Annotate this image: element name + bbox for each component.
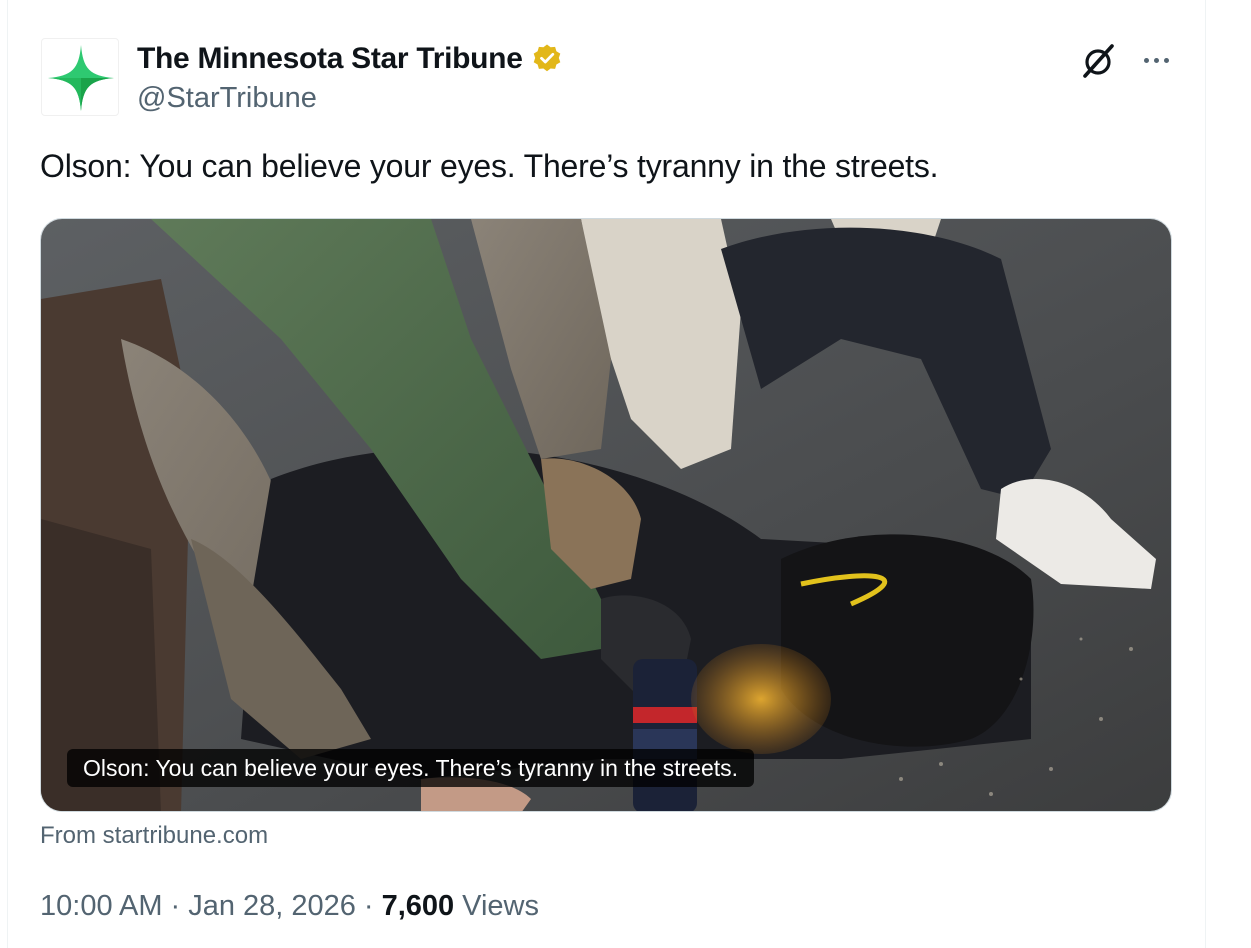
more-dot [1163,57,1169,63]
more-options-icon[interactable] [1136,40,1176,80]
link-card-media[interactable]: Olson: You can believe your eyes. There’… [40,218,1172,812]
author-name-row[interactable]: The Minnesota Star Tribune [137,40,563,78]
meta-separator: · [170,890,181,922]
meta-separator: · [363,890,374,922]
tweet-time[interactable]: 10:00 AM [40,890,163,923]
article-photo [41,219,1171,811]
card-source-link[interactable]: From startribune.com [40,822,268,850]
tweet-text: Olson: You can believe your eyes. There’… [40,148,939,184]
more-dot [1153,57,1159,63]
views-count: 7,600 [381,890,455,922]
author-display-name[interactable]: The Minnesota Star Tribune [137,42,523,76]
tweet-date[interactable]: Jan 28, 2026 [188,890,356,923]
author-avatar[interactable] [41,38,119,116]
card-caption: Olson: You can believe your eyes. There’… [67,749,755,787]
more-dot [1143,57,1149,63]
tweet-detail-page: The Minnesota Star Tribune @StarTribune … [0,0,1251,948]
grok-icon[interactable] [1078,40,1120,82]
star-tribune-logo-icon [48,45,114,111]
column-border-right [1205,0,1206,948]
verified-badge-icon[interactable] [531,43,563,75]
views-label: Views [462,890,539,922]
author-handle[interactable]: @StarTribune [137,82,317,115]
tweet-meta-row: 10:00 AM · Jan 28, 2026 · 7,600 Views [40,890,539,923]
column-border-left [7,0,8,948]
